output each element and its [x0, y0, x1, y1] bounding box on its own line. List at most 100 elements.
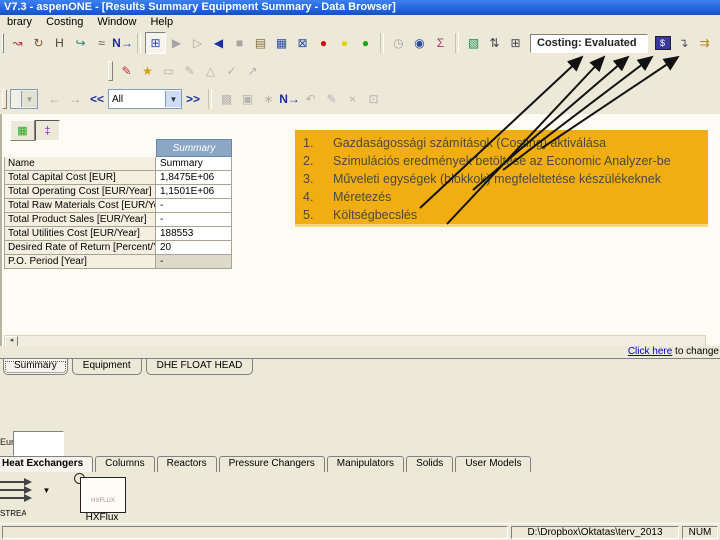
table-icon[interactable]: ⊞ [505, 32, 526, 54]
hxflux-model-label: HXFlux [85, 512, 119, 523]
menu-item-brary[interactable]: brary [0, 16, 39, 28]
alarm-clock-icon[interactable]: ◉ [409, 32, 430, 54]
tab-summary[interactable]: Summary [3, 359, 68, 375]
reroute-icon[interactable]: ↪ [70, 32, 91, 54]
table-row: Desired Rate of Return [Percent/Year]20 [4, 241, 234, 255]
check-results-icon[interactable]: ▦ [271, 32, 292, 54]
table-column-header[interactable]: Summary [156, 139, 232, 157]
palette-tab-heat-exchangers[interactable]: Heat Exchangers [0, 456, 94, 472]
palette-tab-manipulators[interactable]: Manipulators [326, 456, 405, 472]
rotate-icon: ↻ [33, 36, 44, 50]
palette-tab-solids[interactable]: Solids [406, 456, 454, 472]
chevron-down-icon[interactable]: ▼ [165, 91, 182, 107]
costing-toolbar-icons: $↴⇉▩$▦▥s [652, 32, 720, 54]
streams-dropdown-icon[interactable]: ▼ [40, 485, 53, 497]
toolbar-separator [137, 33, 141, 53]
map-equipment-icon[interactable]: ⇉ [694, 32, 715, 54]
menu-item-costing[interactable]: Costing [39, 16, 90, 28]
table-row-label: Total Raw Materials Cost [EUR/Year] [4, 199, 156, 213]
delete-icon: × [342, 88, 363, 110]
data-browser-icon[interactable]: ⊞ [145, 32, 166, 54]
table-row-value[interactable]: - [156, 213, 232, 227]
costing-activate-icon[interactable]: $ [652, 32, 673, 54]
next-input-icon[interactable]: N→ [112, 32, 133, 54]
status-red-icon[interactable]: ● [313, 32, 334, 54]
status-green-icon: ● [361, 36, 370, 50]
toolbar-separator [208, 89, 213, 109]
heat-label-icon[interactable]: H [49, 32, 70, 54]
menu-bar: brary Costing Window Help [0, 15, 720, 30]
table-row-value[interactable]: - [156, 255, 232, 269]
annotation-tool-icon[interactable]: ≈ [91, 32, 112, 54]
menu-item-window[interactable]: Window [90, 16, 143, 28]
tab-dhe-float-head[interactable]: DHE FLOAT HEAD [145, 359, 254, 375]
load-sim-results-icon: ↴ [678, 36, 689, 50]
costing-status-field: Costing: Evaluated [530, 33, 648, 53]
table-row-value[interactable]: - [156, 199, 232, 213]
status-path-cell: D:\Dropbox\Oktatas\terv_2013 [511, 525, 679, 539]
streams-button-label: STREAMS [0, 509, 26, 518]
table-row: Total Raw Materials Cost [EUR/Year] - [4, 199, 234, 213]
table-row: P.O. Period [Year] - [4, 255, 234, 269]
status-bar: D:\Dropbox\Oktatas\terv_2013 NUM [0, 523, 720, 540]
rotate-icon[interactable]: ↻ [28, 32, 49, 54]
next-input-icon[interactable]: N→ [279, 88, 300, 110]
palette-tab-reactors[interactable]: Reactors [156, 456, 217, 472]
table-row-value[interactable]: 20 [156, 241, 232, 255]
table-row-label: Total Capital Cost [EUR] [4, 171, 156, 185]
control-panel-icon[interactable]: ▤ [250, 32, 271, 54]
table-row-value[interactable]: 1,8475E+06 [156, 171, 232, 185]
menu-item-help[interactable]: Help [143, 16, 180, 28]
table-row-value[interactable]: Summary [156, 157, 232, 171]
flowsheet-name-field[interactable] [13, 431, 64, 456]
cost-summary-view-button[interactable]: ▦ [10, 120, 35, 141]
camera-icon: ▣ [241, 92, 254, 106]
reinitialize-icon: ◀ [213, 36, 224, 50]
palette-tab-columns[interactable]: Columns [95, 456, 155, 472]
hxflux-model-button[interactable]: HXFLUX [80, 477, 126, 513]
equation-editor-icon: Σ [436, 36, 445, 50]
map-equipment-icon: ⇉ [699, 36, 710, 50]
sheet-filter-combobox[interactable]: All ▼ [108, 89, 183, 109]
utilities-view-button[interactable]: ‡ [35, 120, 60, 141]
highlight-icon[interactable]: ★ [137, 60, 158, 82]
toolbar-grip[interactable] [108, 60, 113, 81]
reconnect-tool-icon: ↝ [12, 36, 23, 50]
reconnect-tool-icon[interactable]: ↝ [7, 32, 28, 54]
palette-tab-user-models[interactable]: User Models [455, 456, 532, 472]
reinitialize-icon[interactable]: ◀ [208, 32, 229, 54]
nav-back-icon: ← [48, 92, 61, 106]
pencil-icon[interactable]: ✎ [116, 60, 137, 82]
main-toolbar-icons: ↝ ↻ H ↪ ≈ N→ ⊞ ▶ ▷ ◀ ■ ▤ ▦ ⊠ ● ● ● ◷ ◉ Σ ▧ ⇅ ⊞ [7, 32, 526, 54]
flowsheet-windows-icon[interactable]: ⊠ [292, 32, 313, 54]
table-row-label: Total Utilities Cost [EUR/Year] [4, 227, 156, 241]
table-row-label: P.O. Period [Year] [4, 255, 156, 269]
highlight-icon: ★ [142, 63, 153, 78]
sort-icon[interactable]: ⇅ [484, 32, 505, 54]
annotation-item: 2. Szimulációs eredmények betöltése az Ec… [303, 152, 708, 170]
gear-icon: ∗ [263, 92, 274, 106]
load-sim-results-icon[interactable]: ↴ [673, 32, 694, 54]
camera-icon: ▣ [237, 88, 258, 110]
tab-equipment[interactable]: Equipment [71, 359, 142, 375]
equation-editor-icon[interactable]: Σ [430, 32, 451, 54]
status-green-icon[interactable]: ● [355, 32, 376, 54]
table-row-value[interactable]: 188553 [156, 227, 232, 241]
next-sheet-button[interactable]: >> [182, 92, 204, 106]
palette-tab-pressure-changers[interactable]: Pressure Changers [218, 456, 325, 472]
annotation-item-number: 4. [303, 190, 314, 204]
alarm-clock-icon: ◉ [414, 36, 425, 50]
click-here-link[interactable]: Click here [628, 346, 672, 357]
toolbar-grip[interactable] [2, 33, 4, 53]
table-row-value[interactable]: 1,1501E+06 [156, 185, 232, 199]
toolbar-grip[interactable] [2, 89, 7, 109]
stop-icon: ■ [235, 36, 244, 50]
prev-sheet-button[interactable]: << [86, 92, 108, 106]
plot-icon[interactable]: ▧ [463, 32, 484, 54]
costing-activate-icon: $ [654, 36, 671, 50]
status-yellow-icon[interactable]: ● [334, 32, 355, 54]
annotation-item: 4. Méretezés [303, 188, 708, 206]
note-icon: ✎ [179, 60, 200, 82]
size-equipment-icon[interactable]: ▩ [715, 32, 720, 54]
streams-icon[interactable] [0, 475, 34, 505]
